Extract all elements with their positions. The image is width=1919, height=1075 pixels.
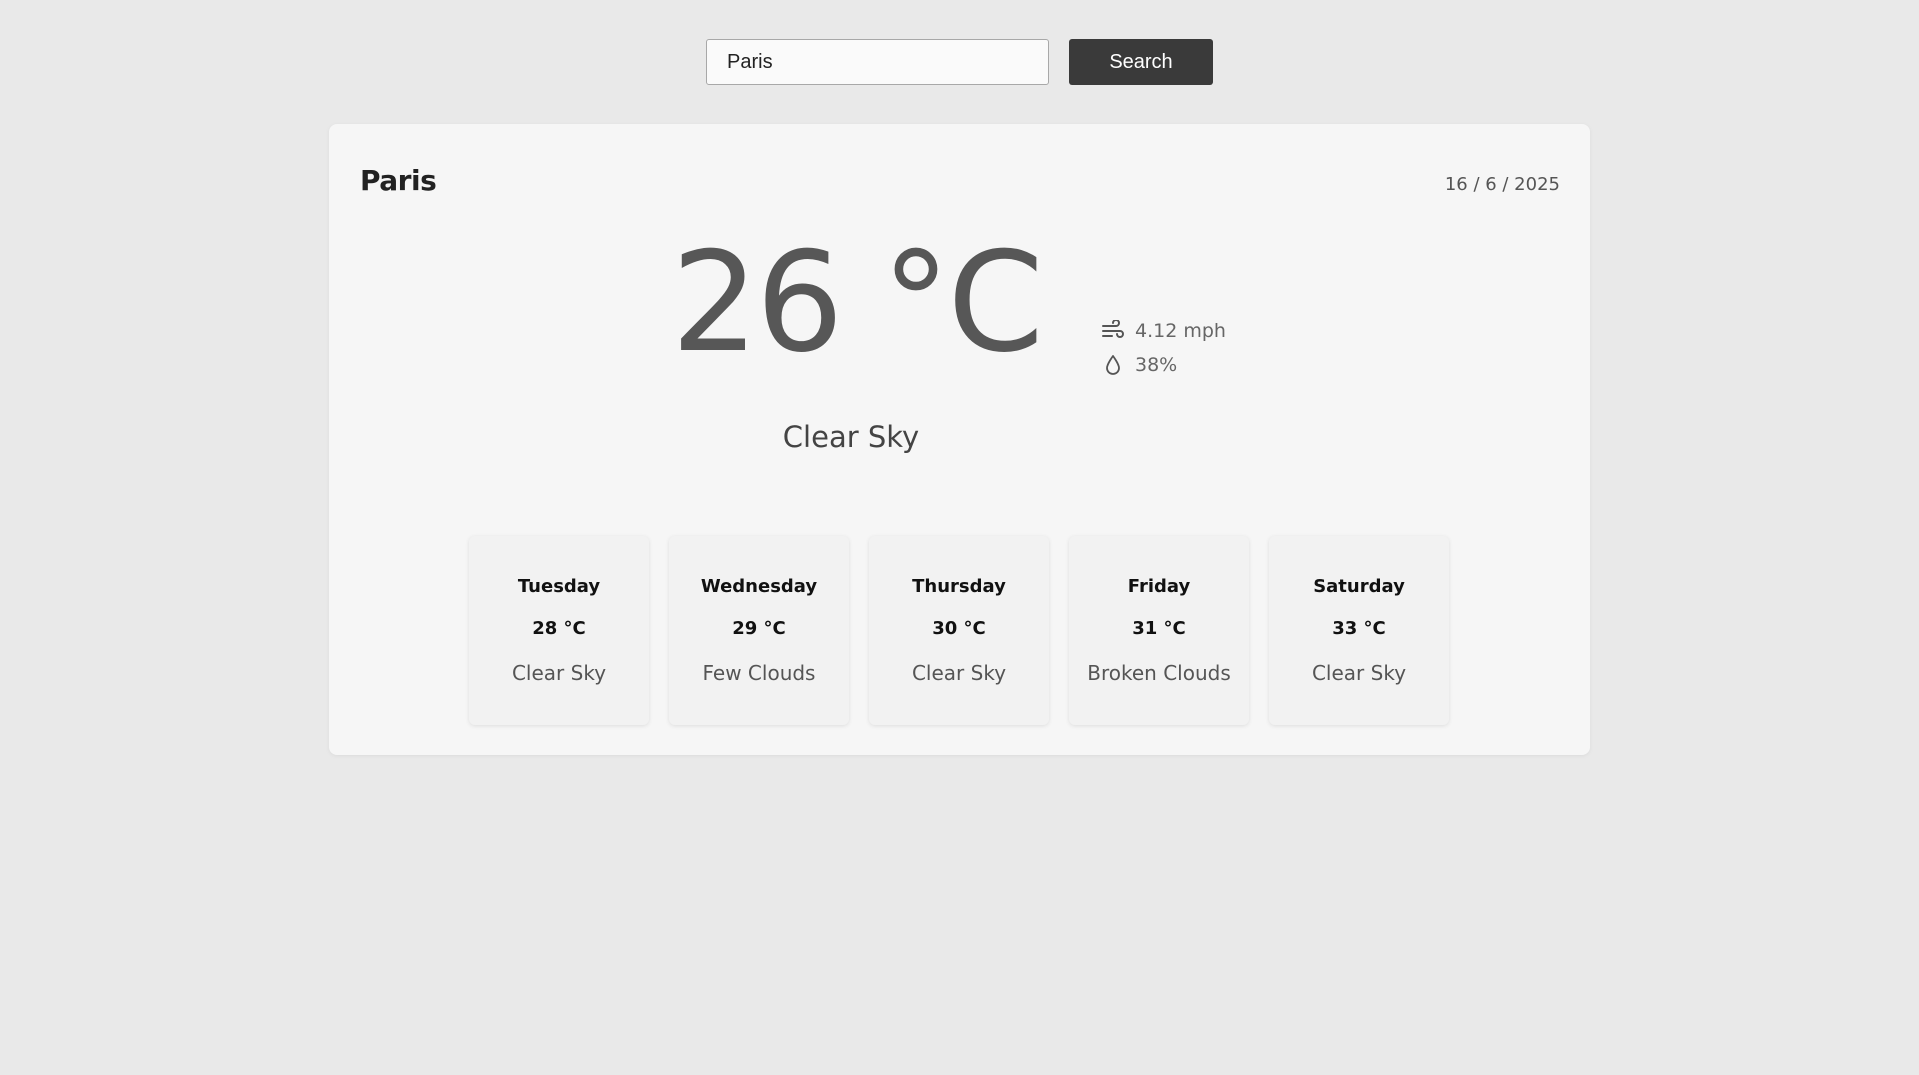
weather-stats: 4.12 mph 38% — [1101, 314, 1226, 382]
forecast-day: Friday — [1127, 576, 1191, 597]
forecast-condition: Few Clouds — [702, 661, 816, 685]
forecast-card: Friday 31 °C Broken Clouds — [1069, 536, 1249, 725]
forecast-temp: 30 °C — [932, 618, 986, 639]
current-temperature: 26 °C — [671, 222, 1044, 383]
forecast-card: Tuesday 28 °C Clear Sky — [469, 536, 649, 725]
current-condition: Clear Sky — [782, 420, 920, 454]
humidity-stat: 38% — [1101, 348, 1226, 382]
forecast-temp: 29 °C — [732, 618, 786, 639]
forecast-temp: 31 °C — [1132, 618, 1186, 639]
search-bar: Search — [0, 39, 1919, 85]
forecast-day: Saturday — [1313, 576, 1405, 597]
forecast-day: Tuesday — [517, 576, 601, 597]
forecast-temp: 28 °C — [532, 618, 586, 639]
weather-card: Paris 16 / 6 / 2025 26 °C 4.12 mph 38% C… — [329, 124, 1590, 755]
wind-stat: 4.12 mph — [1101, 314, 1226, 348]
forecast-condition: Broken Clouds — [1087, 661, 1231, 685]
forecast-card: Wednesday 29 °C Few Clouds — [669, 536, 849, 725]
wind-icon — [1101, 319, 1125, 343]
current-date: 16 / 6 / 2025 — [1444, 174, 1560, 195]
forecast-condition: Clear Sky — [1311, 661, 1407, 685]
search-button[interactable]: Search — [1069, 39, 1213, 85]
forecast-temp: 33 °C — [1332, 618, 1386, 639]
forecast-card: Thursday 30 °C Clear Sky — [869, 536, 1049, 725]
forecast-condition: Clear Sky — [911, 661, 1007, 685]
forecast-condition: Clear Sky — [511, 661, 607, 685]
search-input[interactable] — [706, 39, 1049, 85]
humidity-value: 38% — [1135, 354, 1178, 376]
forecast-day: Thursday — [912, 576, 1006, 597]
forecast-card: Saturday 33 °C Clear Sky — [1269, 536, 1449, 725]
city-name: Paris — [360, 164, 437, 197]
forecast-day: Wednesday — [700, 576, 818, 597]
droplet-icon — [1101, 353, 1125, 377]
forecast-list: Tuesday 28 °C Clear Sky Wednesday 29 °C … — [469, 536, 1449, 725]
wind-speed: 4.12 mph — [1135, 320, 1226, 342]
